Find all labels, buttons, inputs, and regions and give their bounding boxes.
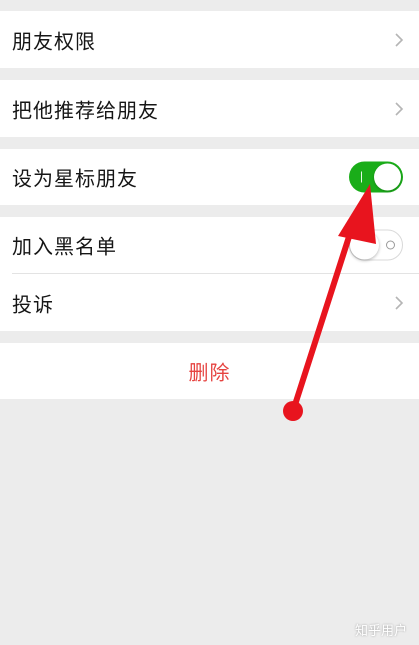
complain-label: 投诉 — [12, 292, 54, 316]
chevron-right-icon — [395, 101, 404, 116]
watermark: 知乎用户 — [354, 624, 407, 639]
recommend-group: 把他推荐给朋友 — [0, 80, 419, 137]
annotation-arrow-dot — [283, 401, 303, 421]
delete-label: 删除 — [188, 360, 231, 385]
complain-row[interactable]: 投诉 — [0, 274, 419, 331]
chevron-right-icon — [395, 32, 404, 47]
blacklist-complain-group: 加入黑名单 投诉 — [0, 217, 419, 331]
delete-button[interactable]: 删除 — [0, 343, 419, 399]
top-edge — [0, 0, 419, 11]
friend-permissions-label: 朋友权限 — [12, 29, 96, 53]
friend-permissions-row[interactable]: 朋友权限 — [0, 11, 419, 68]
friend-permissions-group: 朋友权限 — [0, 11, 419, 68]
star-friend-group: 设为星标朋友 — [0, 149, 419, 205]
toggle-knob — [350, 230, 379, 260]
blacklist-toggle[interactable] — [349, 229, 403, 261]
toggle-on-mark — [361, 171, 362, 183]
delete-group: 删除 — [0, 343, 419, 399]
star-friend-row: 设为星标朋友 — [0, 149, 419, 205]
recommend-to-friend-label: 把他推荐给朋友 — [12, 98, 159, 122]
star-friend-label: 设为星标朋友 — [12, 166, 138, 191]
star-friend-toggle[interactable] — [349, 161, 403, 193]
blacklist-label: 加入黑名单 — [12, 234, 117, 259]
blacklist-row: 加入黑名单 — [0, 217, 419, 273]
toggle-knob — [374, 163, 401, 191]
toggle-off-mark — [386, 240, 395, 250]
chevron-right-icon — [395, 295, 404, 310]
recommend-to-friend-row[interactable]: 把他推荐给朋友 — [0, 80, 419, 137]
